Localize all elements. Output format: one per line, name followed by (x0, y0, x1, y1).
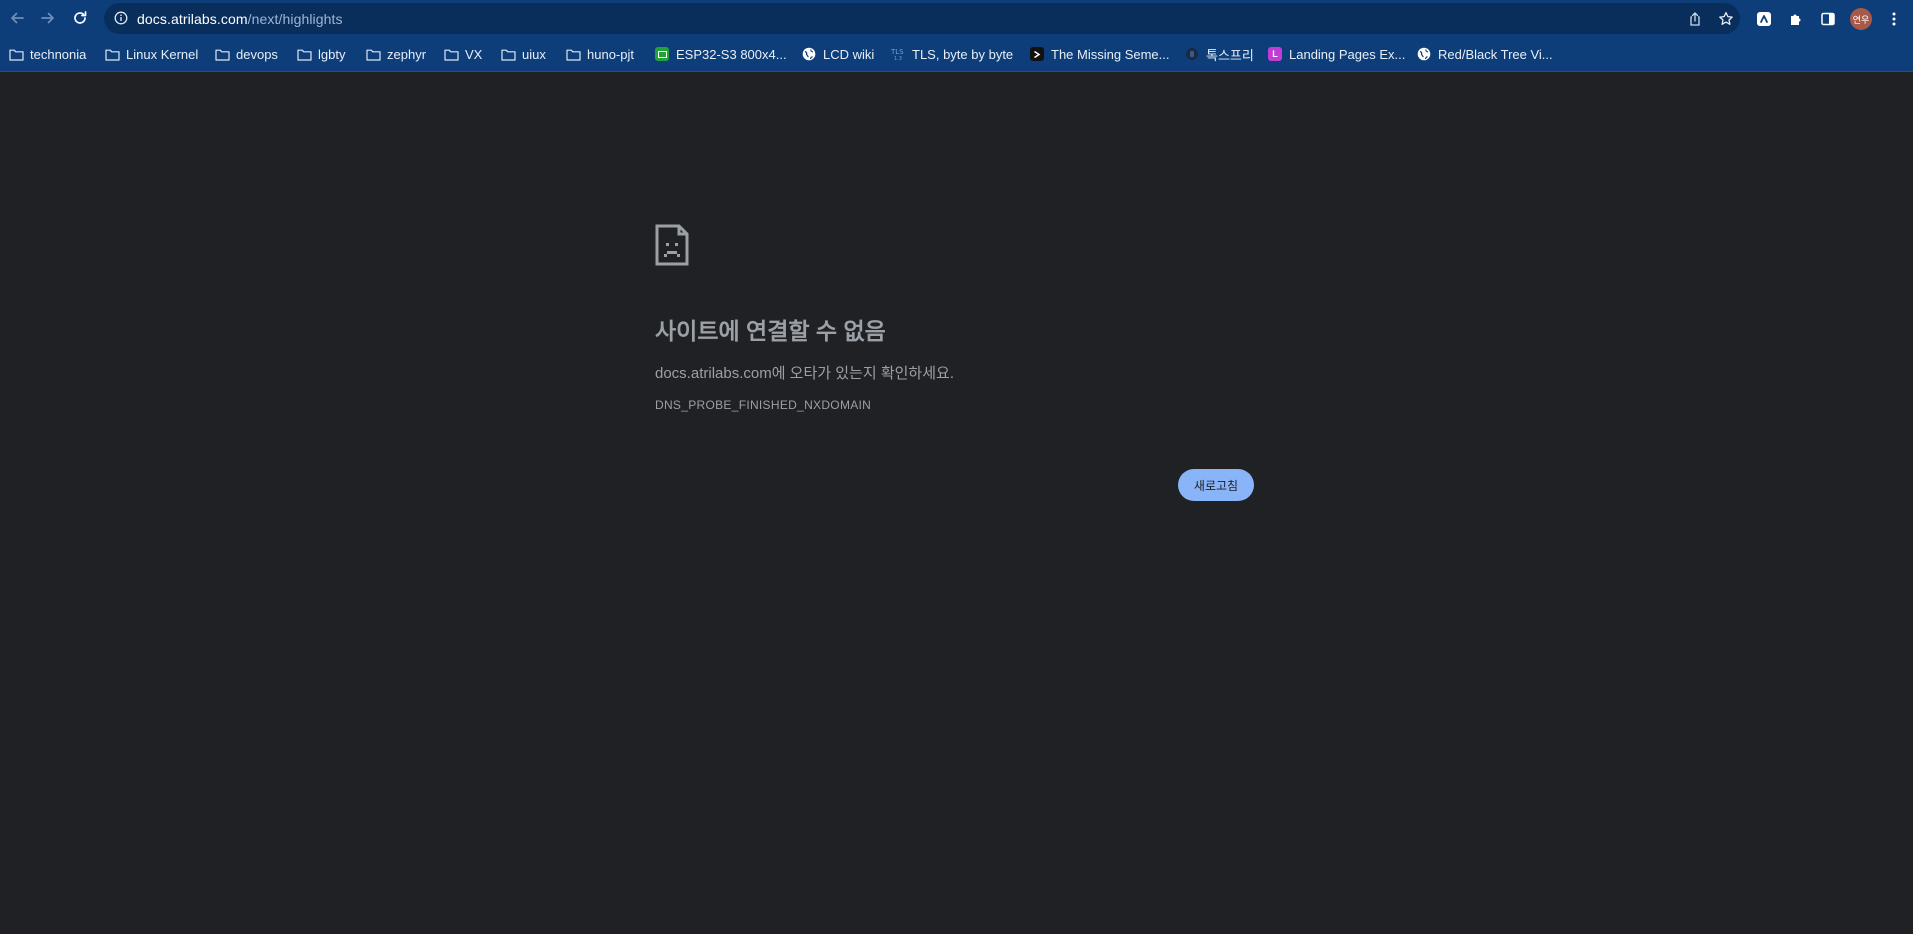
bookmark-lcd-wiki[interactable]: LCD wiki (801, 44, 874, 64)
bookmark-label: 톡스프리 (1206, 47, 1254, 63)
error-code[interactable]: DNS_PROBE_FINISHED_NXDOMAIN (655, 398, 871, 412)
back-button[interactable] (5, 6, 29, 30)
folder-icon (104, 46, 120, 62)
bookmark-folder-huno-pjt[interactable]: huno-pjt (565, 44, 634, 64)
bookmark-label: LCD wiki (823, 46, 875, 62)
bookmark-label: ESP32-S3 800x4... (676, 46, 787, 62)
terminal-favicon-icon (1029, 46, 1045, 62)
bookmark-landing-pages[interactable]: L Landing Pages Ex... (1267, 44, 1405, 64)
bookmark-folder-uiux[interactable]: uiux (500, 44, 546, 64)
svg-text:1.3: 1.3 (894, 56, 902, 61)
url-path: /next/highlights (247, 11, 343, 27)
reload-icon (74, 11, 87, 24)
folder-icon (500, 46, 516, 62)
bookmark-label: TLS, byte by byte (912, 46, 1014, 62)
bookmark-missing-semester[interactable]: The Missing Seme... (1029, 44, 1170, 64)
bookmark-star-icon[interactable] (1717, 10, 1735, 28)
address-bar[interactable]: docs.atrilabs.com/next/highlights (104, 3, 1740, 34)
folder-icon (365, 46, 381, 62)
bookmark-folder-technonia[interactable]: technonia (8, 44, 86, 64)
extension-app-icon[interactable] (1754, 9, 1774, 29)
error-description: docs.atrilabs.com에 오타가 있는지 확인하세요. (655, 362, 954, 383)
error-description-text: 에 오타가 있는지 확인하세요. (771, 365, 954, 382)
bookmark-folder-lgbty[interactable]: lgbty (296, 44, 345, 64)
bookmark-esp32[interactable]: ESP32-S3 800x4... (654, 44, 787, 64)
landing-favicon-icon: L (1267, 46, 1283, 62)
bookmark-label: lgbty (318, 46, 346, 62)
browser-toolbar: docs.atrilabs.com/next/highlights 연우 (0, 0, 1913, 37)
bookmark-label: Red/Black Tree Vi... (1438, 46, 1553, 62)
bookmark-label: The Missing Seme... (1051, 46, 1170, 62)
bookmark-label: technonia (30, 46, 87, 62)
bookmark-label: Landing Pages Ex... (1289, 46, 1406, 62)
side-panel-icon[interactable] (1818, 9, 1838, 29)
tls-favicon-icon: TLS 1.3 (890, 46, 906, 62)
profile-avatar[interactable]: 연우 (1850, 8, 1872, 30)
extensions-puzzle-icon[interactable] (1786, 9, 1806, 29)
error-host: docs.atrilabs.com (655, 365, 772, 382)
share-icon[interactable] (1686, 10, 1704, 28)
bookmark-label: Linux Kernel (126, 46, 199, 62)
folder-icon (443, 46, 459, 62)
bookmark-toksfree[interactable]: 톡스프리 (1184, 44, 1254, 64)
bookmark-label: huno-pjt (587, 46, 634, 62)
globe-icon (801, 46, 817, 62)
folder-icon (296, 46, 312, 62)
bookmark-label: VX (465, 46, 483, 62)
toksfree-favicon-icon (1184, 46, 1200, 62)
url-host: docs.atrilabs.com (137, 11, 248, 27)
forward-arrow-icon (41, 12, 54, 24)
bookmark-label: uiux (522, 46, 546, 62)
globe-icon (1416, 46, 1432, 62)
site-info-icon[interactable] (114, 11, 128, 25)
bookmark-label: devops (236, 46, 278, 62)
bookmark-folder-linux-kernel[interactable]: Linux Kernel (104, 44, 198, 64)
forward-button[interactable] (36, 6, 60, 30)
bookmark-folder-zephyr[interactable]: zephyr (365, 44, 426, 64)
back-arrow-icon (11, 12, 24, 24)
bookmark-folder-vx[interactable]: VX (443, 44, 482, 64)
esp-favicon-icon (654, 46, 670, 62)
svg-text:TLS: TLS (891, 48, 904, 56)
bookmark-folder-devops[interactable]: devops (214, 44, 278, 64)
address-bar-url[interactable]: docs.atrilabs.com/next/highlights (137, 11, 343, 27)
folder-icon (565, 46, 581, 62)
bookmark-tls[interactable]: TLS 1.3 TLS, byte by byte (890, 44, 1013, 64)
bookmark-label: zephyr (387, 46, 427, 62)
menu-kebab-icon[interactable] (1884, 9, 1904, 29)
folder-icon (214, 46, 230, 62)
reload-button[interactable]: 새로고침 (1178, 469, 1254, 501)
reload-toolbar-button[interactable] (68, 6, 92, 30)
error-title: 사이트에 연결할 수 없음 (655, 318, 886, 344)
bookmarks-bar: technonia Linux Kernel devops lgbty zeph… (0, 37, 1913, 72)
bookmark-rbtree[interactable]: Red/Black Tree Vi... (1416, 44, 1553, 64)
sad-document-icon (655, 224, 689, 266)
folder-icon (8, 46, 24, 62)
